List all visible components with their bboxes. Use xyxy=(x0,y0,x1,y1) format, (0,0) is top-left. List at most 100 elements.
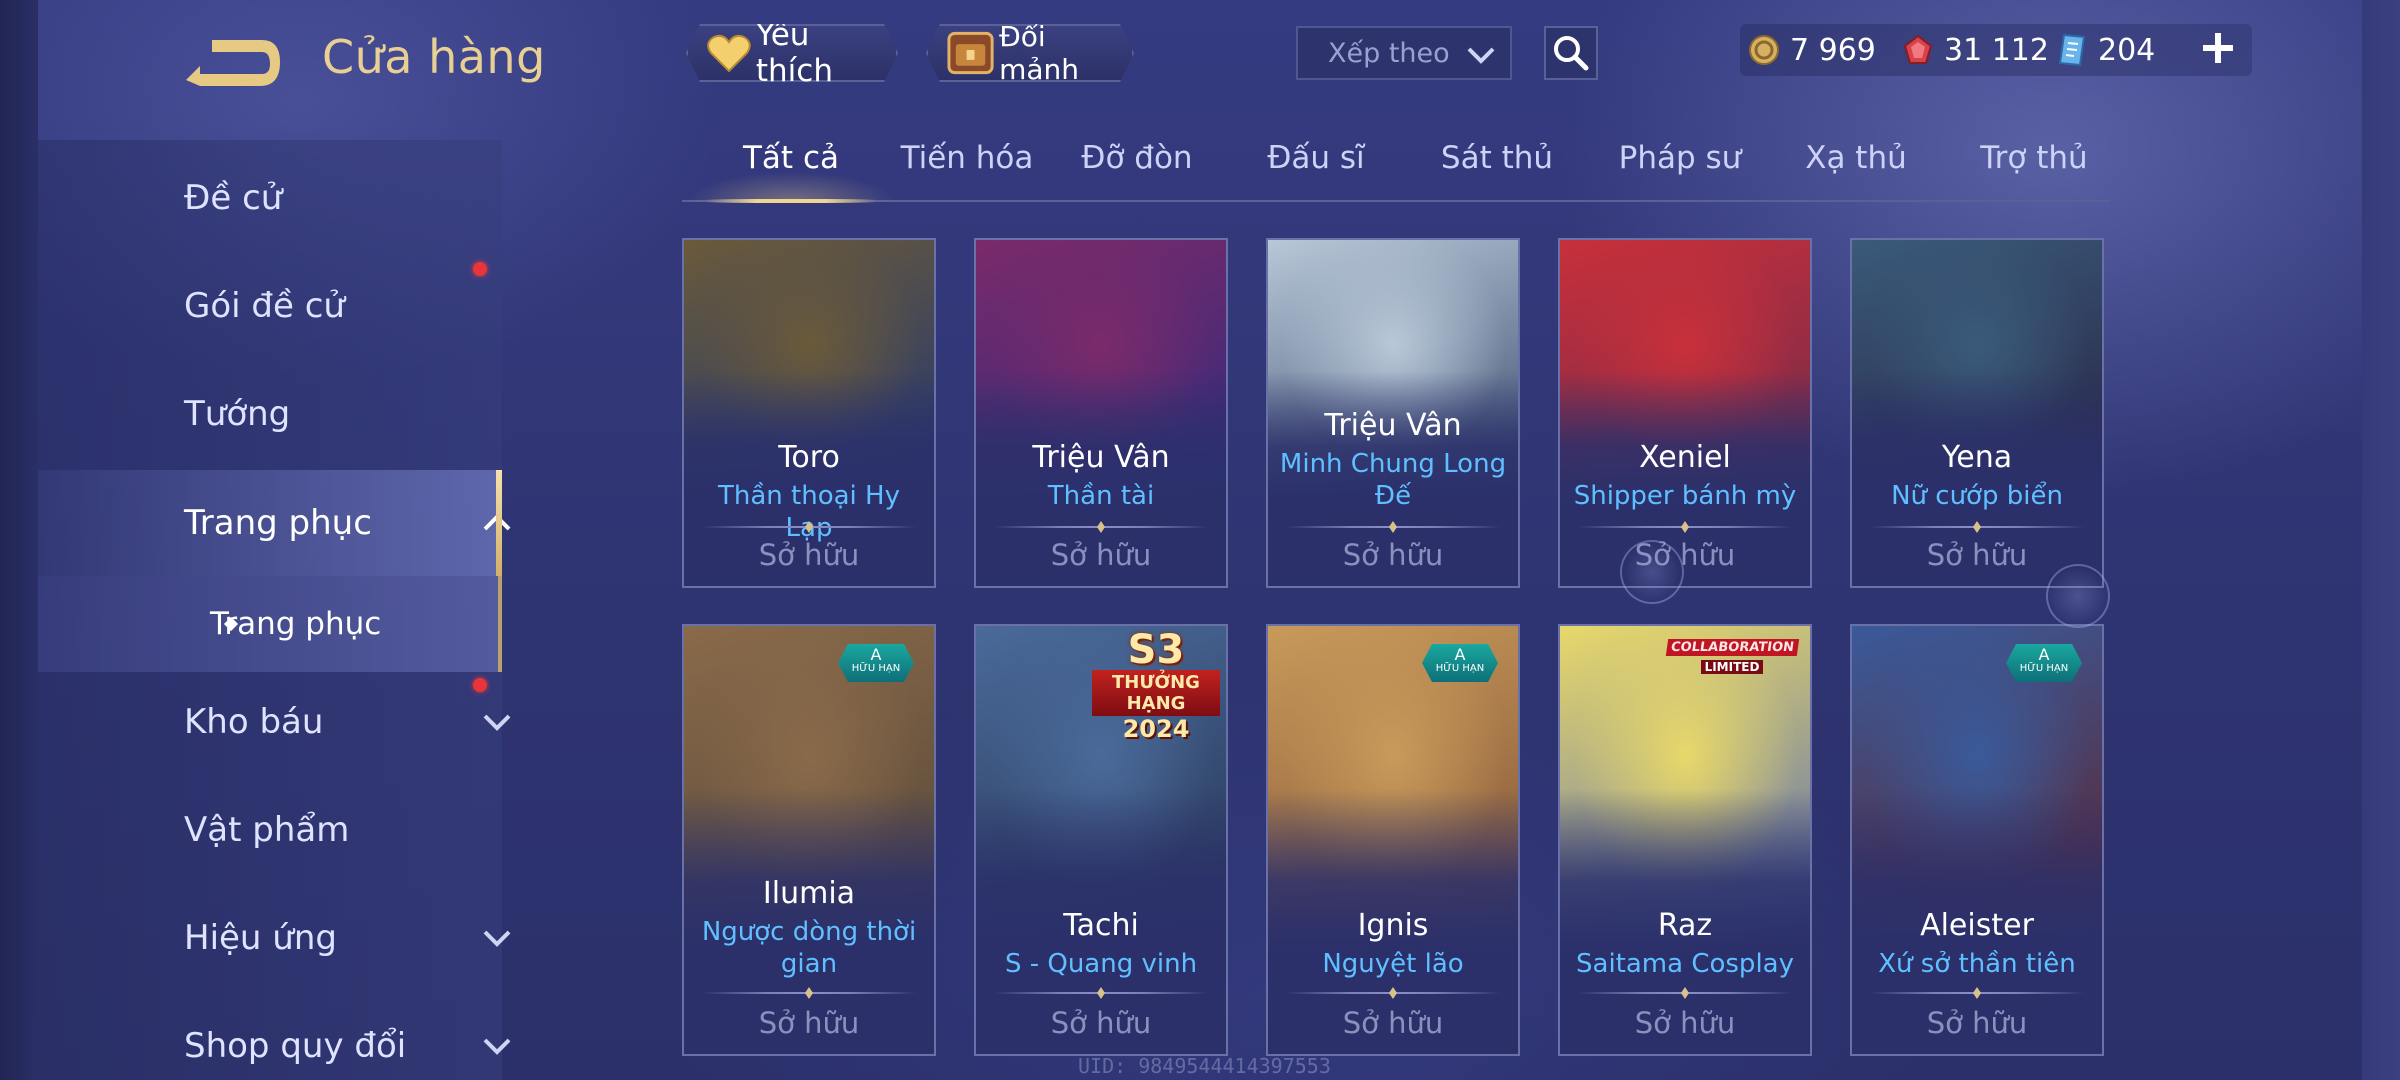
tab-all[interactable]: Tất cả xyxy=(686,140,896,203)
chest-icon xyxy=(946,30,995,76)
card-divider xyxy=(1578,992,1792,994)
badge-sublabel: HỮU HẠN xyxy=(851,663,901,674)
gold-coin-icon xyxy=(1748,34,1780,66)
hero-name: Tachi xyxy=(1063,908,1139,943)
tab-label: Pháp sư xyxy=(1618,140,1742,176)
limited-badge: A HỮU HẠN xyxy=(1422,644,1498,682)
card-divider xyxy=(1578,526,1792,528)
sidebar-item-effects[interactable]: Hiệu ứng xyxy=(38,890,511,986)
sidebar-item-items[interactable]: Vật phẩm xyxy=(38,782,502,878)
hero-name: Toro xyxy=(778,440,840,475)
card-divider xyxy=(994,992,1208,994)
sidebar-item-featured[interactable]: Đề cử xyxy=(38,150,502,246)
badge-sublabel: HỮU HẠN xyxy=(1435,663,1485,674)
sidebar-subitem-skins[interactable]: Trang phục xyxy=(38,576,502,672)
notification-dot xyxy=(473,262,487,276)
badge-collab-sublabel: LIMITED xyxy=(1700,660,1764,674)
sidebar-item-heroes[interactable]: Tướng xyxy=(38,366,502,462)
owned-status: Sở hữu xyxy=(1050,1006,1152,1040)
card-divider xyxy=(1286,992,1500,994)
skin-card[interactable]: Xeniel Shipper bánh mỳ Sở hữu xyxy=(1558,238,1812,588)
skin-name: Shipper bánh mỳ xyxy=(1573,481,1797,511)
owned-status: Sở hữu xyxy=(1342,538,1444,572)
skin-card[interactable]: Yena Nữ cướp biển Sở hữu xyxy=(1850,238,2104,588)
tab-mage[interactable]: Pháp sư xyxy=(1600,140,1760,200)
voucher-value: 204 xyxy=(2098,32,2156,68)
tab-assassin[interactable]: Sát thủ xyxy=(1422,140,1572,200)
sidebar-item-label: Gói đề cử xyxy=(184,286,345,326)
sidebar-item-label: Tướng xyxy=(184,394,291,434)
skin-card[interactable]: A HỮU HẠN Ilumia Ngược dòng thời gian Sở … xyxy=(682,624,936,1056)
sort-dropdown[interactable]: Xếp theo xyxy=(1296,26,1512,80)
hero-name: Triệu Vân xyxy=(1324,408,1462,443)
badge-sublabel: HỮU HẠN xyxy=(2019,663,2069,674)
owned-status: Sở hữu xyxy=(1926,1006,2028,1040)
gold-currency: 7 969 xyxy=(1748,28,1876,72)
tab-support[interactable]: Trợ thủ xyxy=(1964,140,2104,200)
sidebar-item-featured-packs[interactable]: Gói đề cử xyxy=(38,258,502,354)
sidebar-item-label: Shop quy đổi xyxy=(184,1026,407,1066)
card-divider xyxy=(702,992,916,994)
sidebar-item-label: Kho báu xyxy=(184,702,324,742)
skin-name: Thần tài xyxy=(1047,481,1155,511)
skin-card[interactable]: Toro Thần thoại Hy Lạp Sở hữu xyxy=(682,238,936,588)
tab-evolution[interactable]: Tiến hóa xyxy=(882,140,1052,200)
owned-status: Sở hữu xyxy=(1634,1006,1736,1040)
tab-label: Tất cả xyxy=(743,140,839,176)
voucher-currency: 204 xyxy=(2056,28,2155,72)
sidebar-item-treasure[interactable]: Kho báu xyxy=(38,674,511,770)
skin-card[interactable]: Triệu Vân Thần tài Sở hữu xyxy=(974,238,1228,588)
category-tabs: Tất cả Tiến hóa Đỡ đòn Đấu sĩ Sát thủ Ph… xyxy=(682,140,2110,203)
skin-name: Nguyệt lão xyxy=(1322,949,1464,979)
owned-status: Sở hữu xyxy=(758,538,860,572)
tab-tank[interactable]: Đỡ đòn xyxy=(1066,140,1208,200)
skin-name: Xứ sở thần tiên xyxy=(1878,949,2076,979)
badge-label: A xyxy=(1454,645,1466,664)
gem-currency: 31 112 xyxy=(1902,28,2049,72)
touch-ripple xyxy=(1620,540,1684,604)
limited-badge: A HỮU HẠN xyxy=(838,644,914,682)
owned-status: Sở hữu xyxy=(758,1006,860,1040)
back-arrow-icon xyxy=(186,40,280,86)
tab-marksman[interactable]: Xạ thủ xyxy=(1786,140,1926,200)
card-divider xyxy=(1870,992,2084,994)
back-button[interactable] xyxy=(182,34,282,90)
card-divider xyxy=(702,526,916,528)
tab-fighter[interactable]: Đấu sĩ xyxy=(1246,140,1386,200)
sidebar-item-exchange-shop[interactable]: Shop quy đổi xyxy=(38,998,511,1080)
shop-screen: Cửa hàng Đề cử Gói đề cử Tướng Trang phụ… xyxy=(0,0,2400,1080)
skin-card[interactable]: Triệu Vân Minh Chung Long Đế Sở hữu xyxy=(1266,238,1520,588)
tab-label: Đấu sĩ xyxy=(1267,140,1365,176)
card-divider xyxy=(994,526,1208,528)
skin-name: Minh Chung Long Đế xyxy=(1279,449,1507,511)
favorites-button[interactable]: Yêu thích xyxy=(686,24,898,82)
search-button[interactable] xyxy=(1544,26,1598,80)
tab-label: Đỡ đòn xyxy=(1081,140,1193,176)
hero-name: Xeniel xyxy=(1639,440,1731,475)
add-currency-button[interactable] xyxy=(2196,26,2240,70)
skin-card[interactable]: A HỮU HẠN Aleister Xứ sở thần tiên Sở hữu xyxy=(1850,624,2104,1056)
sidebar-item-skins[interactable]: Trang phục xyxy=(38,470,511,576)
sort-placeholder: Xếp theo xyxy=(1328,37,1450,69)
badge-label: A xyxy=(870,645,882,664)
skin-card[interactable]: A HỮU HẠN Ignis Nguyệt lão Sở hữu xyxy=(1266,624,1520,1056)
sidebar-item-label: Đề cử xyxy=(184,178,283,218)
skin-name: S - Quang vinh xyxy=(1004,949,1198,979)
chevron-up-icon xyxy=(483,514,511,531)
skin-card[interactable]: COLLABORATION LIMITED Raz Saitama Cospla… xyxy=(1558,624,1812,1056)
sidebar-item-label: Vật phẩm xyxy=(184,810,350,850)
card-divider xyxy=(1870,526,2084,528)
card-divider xyxy=(1286,526,1500,528)
user-id: UID: 9849544414397553 xyxy=(1078,1054,1331,1078)
exchange-shards-button[interactable]: Đổi mảnh xyxy=(926,24,1134,82)
plus-icon xyxy=(2203,33,2233,63)
page-title: Cửa hàng xyxy=(322,30,546,84)
badge-rank-label: THƯỞNG HẠNG xyxy=(1092,670,1220,716)
touch-ripple xyxy=(2046,564,2110,628)
badge-collab-label: COLLABORATION xyxy=(1665,639,1799,656)
skin-name: Thần thoại Hy Lạp xyxy=(718,481,900,543)
gem-value: 31 112 xyxy=(1944,32,2049,68)
chevron-down-icon xyxy=(483,1038,511,1055)
skin-card[interactable]: S3 THƯỞNG HẠNG 2024 Tachi S - Quang vinh… xyxy=(974,624,1228,1056)
limited-badge: A HỮU HẠN xyxy=(2006,644,2082,682)
